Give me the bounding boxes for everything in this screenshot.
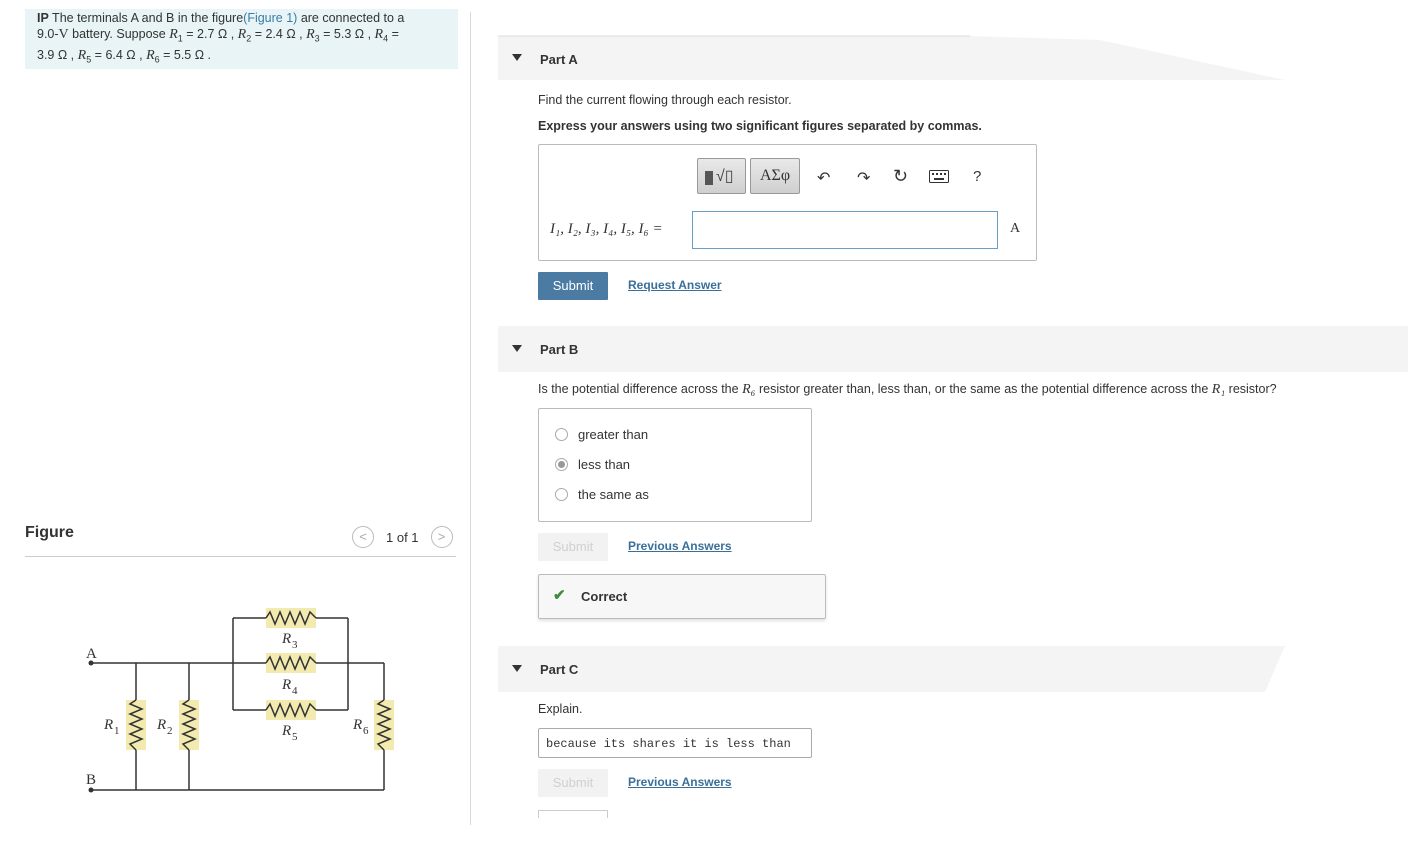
- collapse-triangle-icon: [512, 345, 522, 352]
- collapse-triangle-icon: [512, 665, 522, 672]
- part-a-submit-button[interactable]: Submit: [538, 272, 608, 300]
- question-text: resistor?: [1225, 382, 1277, 396]
- part-c-title: Part C: [540, 662, 579, 677]
- previous-answers-link[interactable]: Previous Answers: [628, 539, 732, 553]
- answer-variables-label: I₁, I₂, I₃, I₄, I₅, I₆ =: [550, 221, 663, 237]
- r1-symbol: R₁: [1211, 382, 1226, 397]
- keyboard-icon[interactable]: [929, 170, 949, 188]
- r6-symbol: R₆: [742, 382, 756, 397]
- explanation-textarea[interactable]: because its shares it is less than: [538, 728, 812, 758]
- option-label[interactable]: the same as: [578, 487, 649, 502]
- option-label[interactable]: less than: [578, 457, 630, 472]
- feedback-text: Correct: [581, 589, 628, 604]
- part-c-submit-button: Submit: [538, 769, 608, 797]
- greek-label: ΑΣφ: [760, 167, 791, 184]
- current-answer-input[interactable]: [692, 211, 998, 249]
- part-c-header-bg: [498, 646, 1285, 692]
- help-icon[interactable]: ?: [973, 168, 981, 185]
- undo-icon[interactable]: ↶: [817, 168, 830, 188]
- part-c-prompt: Explain.: [538, 702, 583, 716]
- greek-symbols-button[interactable]: ΑΣφ: [750, 158, 800, 194]
- question-text: Is the potential difference across the: [538, 382, 743, 396]
- redo-icon[interactable]: ↷: [857, 168, 870, 188]
- checkmark-icon: ✔: [553, 587, 566, 604]
- reset-icon[interactable]: ↻: [893, 166, 908, 187]
- part-a-header-bg: [498, 36, 1285, 80]
- part-a-toggle[interactable]: [512, 54, 522, 61]
- part-a-title: Part A: [540, 52, 578, 67]
- part-c-toggle[interactable]: [512, 665, 522, 672]
- collapse-triangle-icon: [512, 54, 522, 61]
- previous-answers-link[interactable]: Previous Answers: [628, 775, 732, 789]
- part-b-submit-button: Submit: [538, 533, 608, 561]
- cut-off-element: [538, 810, 608, 818]
- part-b-question: Is the potential difference across the R…: [538, 382, 1277, 398]
- part-a-prompt: Find the current flowing through each re…: [538, 93, 792, 107]
- part-b-header-bg: [498, 326, 1408, 372]
- sqrt-template-icon: √▯: [716, 168, 734, 185]
- question-text: resistor greater than, less than, or the…: [755, 382, 1212, 396]
- unit-label: A: [1010, 221, 1021, 236]
- radio-same-as[interactable]: [555, 488, 568, 501]
- radio-less-than[interactable]: [555, 458, 568, 471]
- templates-button[interactable]: √▯: [697, 158, 746, 194]
- request-answer-link[interactable]: Request Answer: [628, 278, 722, 292]
- option-label[interactable]: greater than: [578, 427, 648, 442]
- correct-feedback: ✔ Correct: [538, 574, 826, 619]
- fraction-template-icon: [705, 171, 713, 185]
- part-b-toggle[interactable]: [512, 345, 522, 352]
- part-a-instruction: Express your answers using two significa…: [538, 119, 982, 133]
- part-b-title: Part B: [540, 342, 579, 357]
- radio-greater-than[interactable]: [555, 428, 568, 441]
